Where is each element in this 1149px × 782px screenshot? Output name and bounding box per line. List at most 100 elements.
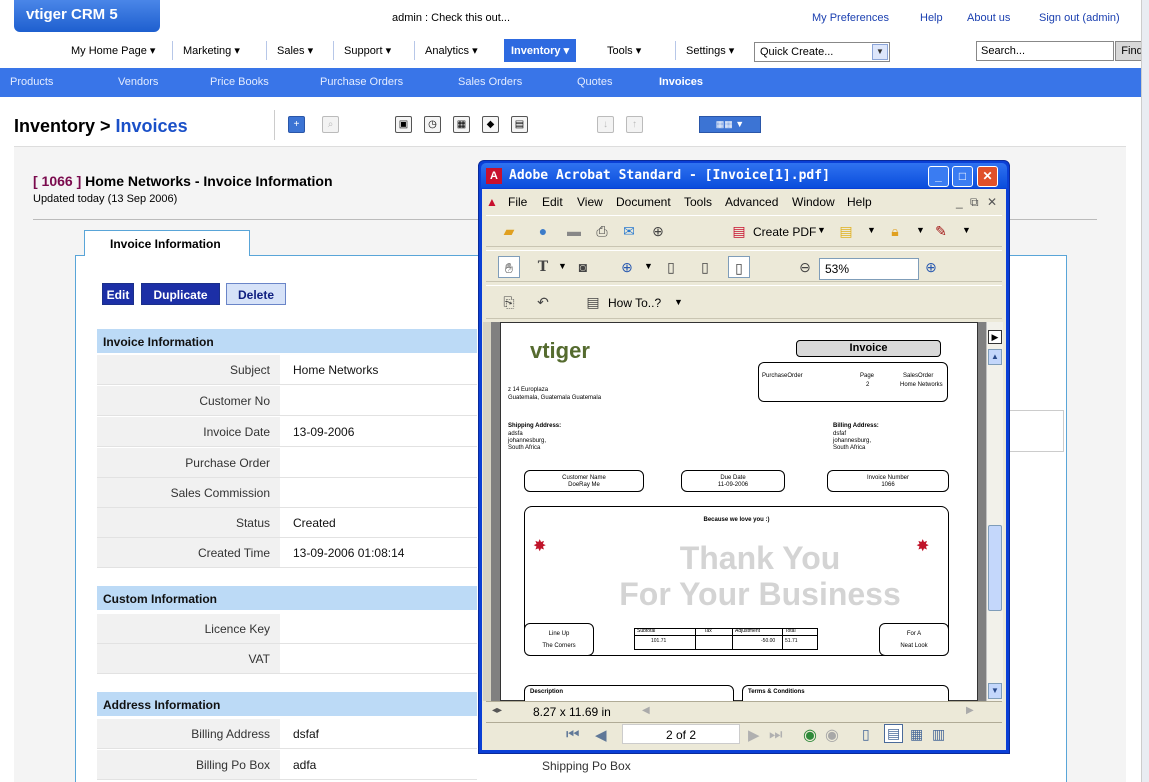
sign-dropdown[interactable]: ▼ [962,225,971,235]
lock-icon[interactable]: 🔒︎ [884,220,906,242]
scroll-thumb[interactable] [988,525,1002,611]
previous-view-icon[interactable]: ◉ [803,725,817,745]
menu-help[interactable]: Help [847,195,872,209]
save-icon[interactable]: ▬ [563,220,585,242]
fit-page-icon[interactable]: ▯ [694,256,716,278]
scroll-down-icon[interactable]: ▼ [988,683,1002,699]
page-number-field[interactable]: 2 of 2 [622,724,740,744]
menu-support[interactable]: Support ▾ [337,39,398,62]
zoom-out-icon[interactable]: ⊖ [794,256,816,278]
document-scrollbar[interactable] [986,322,1003,701]
chat-icon[interactable]: ◆ [482,116,499,133]
continuous-icon[interactable]: ▤ [884,724,904,743]
calculator-icon[interactable]: ▦ [453,116,470,133]
rotate-ccw-icon[interactable]: ↶ [532,291,554,313]
zoom-level-field[interactable]: 53% [819,258,919,280]
h-scroll-right-icon[interactable]: ▶ [966,705,974,716]
email-icon[interactable]: ✉ [618,220,640,242]
menu-analytics[interactable]: Analytics ▾ [418,39,485,62]
menu-sales[interactable]: Sales ▾ [270,39,320,62]
field-value[interactable]: Created [293,516,336,530]
menu-window[interactable]: Window [792,195,835,209]
field-value[interactable]: Home Networks [293,363,378,377]
minimize-icon[interactable]: _ [928,166,949,187]
print-icon[interactable]: ⎙ [591,220,613,242]
menu-edit[interactable]: Edit [542,195,563,209]
first-page-icon[interactable]: ⏮︎ [566,726,580,743]
field-value[interactable]: 13-09-2006 [293,425,354,439]
field-value[interactable]: adfa [293,758,316,772]
h-scroll-left-icon[interactable]: ◀ [642,705,650,716]
navigation-pane-strip[interactable] [483,322,491,701]
how-to-button[interactable]: How To..? [608,296,661,310]
menu-advanced[interactable]: Advanced [725,195,778,209]
snapshot-icon[interactable]: ◙ [572,256,594,278]
subnav-invoices[interactable]: Invoices [659,76,703,88]
menu-file[interactable]: File [508,195,527,209]
chevron-down-icon[interactable]: ▼ [872,44,888,60]
next-view-icon[interactable]: ◉ [825,725,839,745]
menu-document[interactable]: Document [616,195,671,209]
how-to-icon[interactable]: ▤ [582,291,604,313]
doc-restore-icon[interactable]: ⧉ [970,195,979,210]
quick-create-select[interactable]: Quick Create... ▼ [754,42,890,62]
play-icon[interactable]: ▶ [988,330,1002,344]
secure-dropdown[interactable]: ▼ [916,225,925,235]
next-page-icon[interactable]: ▶ [748,726,760,744]
edit-button[interactable]: Edit [102,283,134,305]
continuous-facing-icon[interactable]: ▥ [932,726,945,743]
subnav-purchase-orders[interactable]: Purchase Orders [320,76,403,88]
menu-view[interactable]: View [577,195,603,209]
menu-my-home-page[interactable]: My Home Page ▾ [64,39,162,62]
add-icon[interactable]: + [288,116,305,133]
subnav-quotes[interactable]: Quotes [577,76,612,88]
menu-marketing[interactable]: Marketing ▾ [176,39,247,62]
help-link[interactable]: Help [920,12,943,24]
previous-page-icon[interactable]: ◀ [595,726,607,744]
export-icon[interactable]: ↑ [626,116,643,133]
field-value[interactable]: dsfaf [293,727,319,741]
clock-icon[interactable]: ◷ [424,116,441,133]
maximize-icon[interactable]: □ [952,166,973,187]
sign-out-link[interactable]: Sign out (admin) [1039,12,1120,24]
menu-inventory[interactable]: Inventory ▾ [504,39,577,62]
subnav-price-books[interactable]: Price Books [210,76,269,88]
duplicate-button[interactable]: Duplicate [141,283,220,305]
subnav-products[interactable]: Products [10,76,53,88]
breadcrumb-invoices[interactable]: Invoices [116,116,188,136]
subnav-vendors[interactable]: Vendors [118,76,158,88]
menu-settings[interactable]: Settings ▾ [679,39,741,62]
page-scrollbar[interactable] [1141,0,1149,782]
subnav-sales-orders[interactable]: Sales Orders [458,76,522,88]
scroll-up-icon[interactable]: ▲ [988,349,1002,365]
single-page-icon[interactable]: ▯ [862,726,870,743]
hand-tool-icon[interactable]: ✋︎ [498,256,520,278]
facing-icon[interactable]: ▦ [910,726,923,743]
delete-button[interactable]: Delete [226,283,286,305]
doc-minimize-icon[interactable]: _ [956,195,963,209]
comment-dropdown[interactable]: ▼ [867,225,876,235]
my-preferences-link[interactable]: My Preferences [812,12,889,24]
comment-icon[interactable]: ▤ [835,220,857,242]
zoom-in-icon[interactable]: ⊕ [920,256,942,278]
select-dropdown[interactable]: ▼ [558,261,567,271]
menu-tools[interactable]: Tools ▾ [600,39,648,62]
about-us-link[interactable]: About us [967,12,1010,24]
organizer-icon[interactable]: ● [532,220,554,242]
doc-close-icon[interactable]: ✕ [987,195,997,209]
menu-tools[interactable]: Tools [684,195,712,209]
zoom-in-tool-icon[interactable]: ⊕ [616,256,638,278]
zoom-tool-dropdown[interactable]: ▼ [644,261,653,271]
create-pdf-dropdown[interactable]: ▼ [817,225,826,235]
how-to-dropdown[interactable]: ▼ [674,297,683,307]
notes-icon[interactable]: ▤ [511,116,528,133]
close-icon[interactable]: ✕ [977,166,998,187]
create-pdf-button[interactable]: Create PDF [753,225,816,239]
tab-invoice-information[interactable]: Invoice Information [84,230,250,256]
search-input[interactable] [976,41,1114,61]
fit-width-icon[interactable]: ▯ [728,256,750,278]
import-icon[interactable]: ↓ [597,116,614,133]
sign-pen-icon[interactable]: ✎ [930,220,952,242]
calendar-icon[interactable]: ▣ [395,116,412,133]
vtiger-logo[interactable]: vtiger CRM 5 [14,0,160,32]
